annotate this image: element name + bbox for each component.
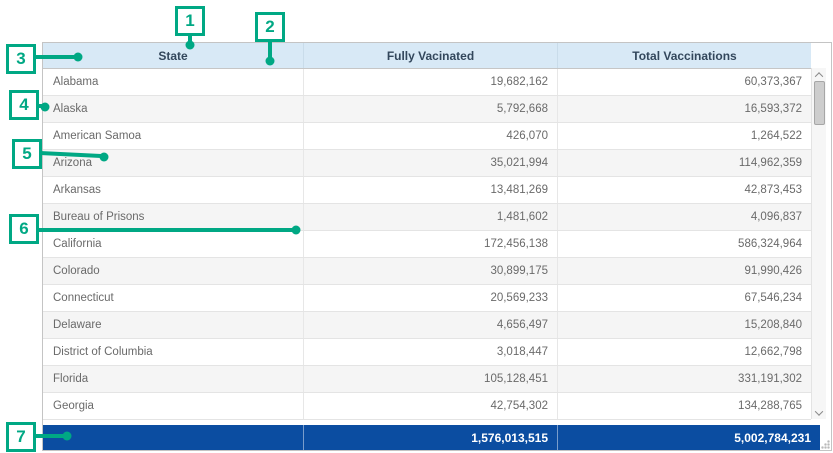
cell-state: Arizona [43, 150, 303, 176]
scroll-up-button[interactable] [812, 68, 826, 81]
cell-fully-vaccinated: 172,456,138 [303, 231, 557, 257]
cell-fully-vaccinated: 19,682,162 [303, 69, 557, 95]
cell-total-vaccinations: 4,096,837 [557, 204, 811, 230]
cell-state: American Samoa [43, 123, 303, 149]
cell-total-vaccinations: 67,546,234 [557, 285, 811, 311]
cell-total-vaccinations: 331,191,302 [557, 366, 811, 392]
cell-total-vaccinations: 42,873,453 [557, 177, 811, 203]
table-row-connecticut[interactable]: Connecticut 20,569,233 67,546,234 [43, 285, 811, 312]
cell-total-vaccinations: 586,324,964 [557, 231, 811, 257]
scroll-down-button[interactable] [812, 406, 826, 419]
cell-fully-vaccinated: 5,792,668 [303, 96, 557, 122]
table-row-california[interactable]: California 172,456,138 586,324,964 [43, 231, 811, 258]
cell-fully-vaccinated: 13,481,269 [303, 177, 557, 203]
cell-state: Alabama [43, 69, 303, 95]
cell-fully-vaccinated: 30,899,175 [303, 258, 557, 284]
cell-fully-vaccinated: 20,569,233 [303, 285, 557, 311]
table-row-alaska[interactable]: Alaska 5,792,668 16,593,372 [43, 96, 811, 123]
cell-total-vaccinations: 91,990,426 [557, 258, 811, 284]
cell-fully-vaccinated: 42,754,302 [303, 393, 557, 419]
cell-state: Arkansas [43, 177, 303, 203]
chevron-down-icon [815, 407, 823, 415]
cell-state: District of Columbia [43, 339, 303, 365]
cell-fully-vaccinated: 35,021,994 [303, 150, 557, 176]
cell-state: Alaska [43, 96, 303, 122]
table-row-arizona[interactable]: Arizona 35,021,994 114,962,359 [43, 150, 811, 177]
cell-state: Delaware [43, 312, 303, 338]
callout-6: 6 [9, 214, 39, 244]
cell-state: Bureau of Prisons [43, 204, 303, 230]
resize-grip[interactable] [821, 440, 830, 449]
table-row-american-samoa[interactable]: American Samoa 426,070 1,264,522 [43, 123, 811, 150]
callout-5: 5 [12, 139, 42, 169]
table-grid: State Fully Vacinated Total Vaccinations… [43, 43, 811, 420]
cell-total-vaccinations: 12,662,798 [557, 339, 811, 365]
cell-state: California [43, 231, 303, 257]
vaccination-table-widget: State Fully Vacinated Total Vaccinations… [42, 42, 832, 451]
cell-total-vaccinations: 15,208,840 [557, 312, 811, 338]
cell-total-vaccinations: 1,264,522 [557, 123, 811, 149]
table-row-bureau-of-prisons[interactable]: Bureau of Prisons 1,481,602 4,096,837 [43, 204, 811, 231]
cell-fully-vaccinated: 3,018,447 [303, 339, 557, 365]
totals-footer-row: 1,576,013,515 5,002,784,231 [43, 425, 820, 450]
column-header-total-vaccinations[interactable]: Total Vaccinations [557, 43, 811, 68]
cell-state: Colorado [43, 258, 303, 284]
callout-7: 7 [6, 422, 36, 452]
table-row-alabama[interactable]: Alabama 19,682,162 60,373,367 [43, 69, 811, 96]
table-row-georgia[interactable]: Georgia 42,754,302 134,288,765 [43, 393, 811, 420]
callout-1: 1 [175, 6, 205, 36]
cell-fully-vaccinated: 426,070 [303, 123, 557, 149]
cell-total-vaccinations: 60,373,367 [557, 69, 811, 95]
cell-fully-vaccinated: 4,656,497 [303, 312, 557, 338]
cell-total-vaccinations: 16,593,372 [557, 96, 811, 122]
cell-total-vaccinations: 134,288,765 [557, 393, 811, 419]
vertical-scrollbar[interactable] [811, 68, 826, 419]
cell-fully-vaccinated: 105,128,451 [303, 366, 557, 392]
table-row-colorado[interactable]: Colorado 30,899,175 91,990,426 [43, 258, 811, 285]
footer-cell-fully-vaccinated-total: 1,576,013,515 [303, 425, 557, 450]
table-row-delaware[interactable]: Delaware 4,656,497 15,208,840 [43, 312, 811, 339]
cell-state: Georgia [43, 393, 303, 419]
cell-state: Connecticut [43, 285, 303, 311]
table-row-district-of-columbia[interactable]: District of Columbia 3,018,447 12,662,79… [43, 339, 811, 366]
column-header-state[interactable]: State [43, 43, 303, 68]
callout-2: 2 [255, 12, 285, 42]
table-row-florida[interactable]: Florida 105,128,451 331,191,302 [43, 366, 811, 393]
footer-cell-total-vaccinations-total: 5,002,784,231 [557, 425, 820, 450]
table-header-row: State Fully Vacinated Total Vaccinations [43, 43, 811, 69]
chevron-up-icon [815, 72, 823, 80]
callout-4: 4 [9, 90, 39, 120]
table-row-arkansas[interactable]: Arkansas 13,481,269 42,873,453 [43, 177, 811, 204]
scrollbar-thumb[interactable] [814, 81, 825, 125]
column-header-fully-vaccinated[interactable]: Fully Vacinated [303, 43, 557, 68]
cell-state: Florida [43, 366, 303, 392]
cell-fully-vaccinated: 1,481,602 [303, 204, 557, 230]
cell-total-vaccinations: 114,962,359 [557, 150, 811, 176]
callout-3: 3 [6, 44, 36, 74]
footer-cell-state [43, 425, 303, 450]
